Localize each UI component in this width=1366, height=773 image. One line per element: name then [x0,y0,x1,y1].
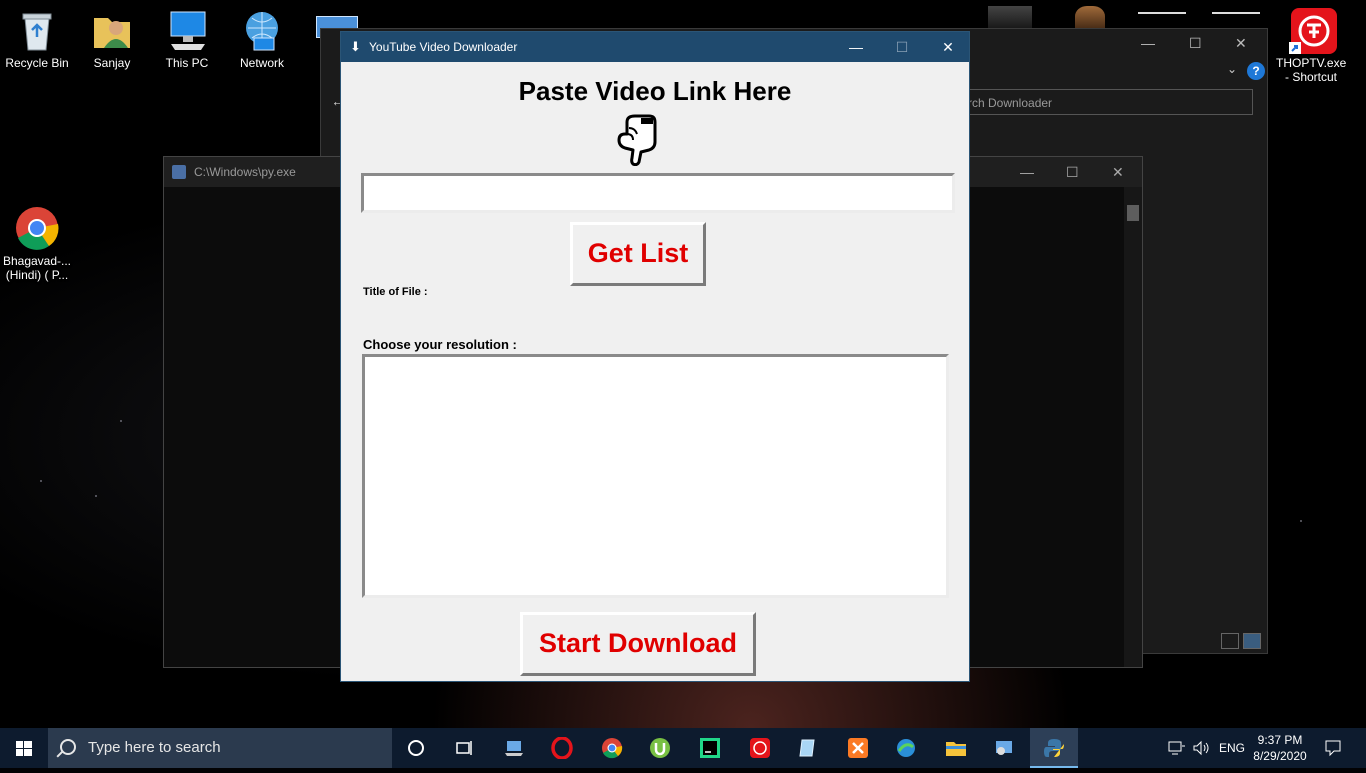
pointing-hand-icon [617,114,657,166]
search-icon [60,739,76,755]
taskbar-app-xampp[interactable] [834,728,882,768]
control-panel-icon [996,741,1012,755]
resolution-listbox[interactable] [362,354,949,598]
chevron-down-icon[interactable]: ⌄ [1227,62,1237,76]
xampp-icon [848,738,868,758]
notepad-icon [799,739,815,757]
taskbar: Type here to search ENG 9:37 PM 8/29/202… [0,728,1366,768]
taskbar-app-notepad[interactable] [784,728,832,768]
user-folder-icon [90,8,134,52]
taskbar-app-opera[interactable] [538,728,586,768]
utorrent-icon [650,738,670,758]
minimize-button[interactable]: — [1141,35,1155,51]
search-placeholder: Type here to search [88,739,221,756]
desktop: Recycle Bin Sanjay This PC Network Bhaga… [0,0,1366,728]
task-view-icon [456,741,472,755]
windows-logo-icon [16,741,32,756]
chrome-icon [602,738,623,759]
python-icon [1044,739,1064,757]
notification-icon [1325,740,1341,757]
desktop-icon-chrome-shortcut[interactable]: Bhagavad-... (Hindi) ( P... [2,206,72,282]
download-icon: ⬇ [350,39,361,54]
task-view-button[interactable] [440,728,488,768]
large-icons-view-icon[interactable] [1243,633,1261,649]
desktop-icon-sanjay[interactable]: Sanjay [77,8,147,70]
network-status-icon[interactable] [1168,740,1186,759]
window-title: YouTube Video Downloader [369,40,518,54]
minimize-button[interactable]: — [1020,157,1034,187]
taskbar-app-utorrent[interactable] [636,728,684,768]
date-text: 8/29/2020 [1253,749,1307,763]
taskbar-search-input[interactable]: Type here to search [48,728,392,768]
details-view-icon[interactable] [1221,633,1239,649]
video-link-input[interactable] [361,173,955,213]
desktop-icon-label: Sanjay [93,56,131,70]
minimize-button[interactable]: — [833,32,879,62]
desktop-icon-thoptv-shortcut[interactable]: THOPTV.exe - Shortcut [1276,8,1346,84]
maximize-button[interactable]: ☐ [1189,35,1202,52]
taskbar-app-thoptv[interactable] [736,728,784,768]
desktop-icon-label: This PC [165,56,209,70]
scrollbar-thumb[interactable] [1127,205,1139,221]
start-download-button[interactable]: Start Download [520,612,756,676]
start-button[interactable] [0,728,48,768]
computer-icon [165,8,209,52]
close-button[interactable]: ✕ [925,32,971,62]
resolution-label: Choose your resolution : [363,337,517,352]
taskbar-app-python[interactable] [1030,728,1078,768]
time-text: 9:37 PM [1257,733,1303,747]
network-globe-icon [897,739,915,757]
taskbar-app-laptop[interactable] [490,728,538,768]
taskbar-app-network-globe[interactable] [882,728,930,768]
app-titlebar[interactable]: ⬇ YouTube Video Downloader — ☐ ✕ [341,32,969,62]
console-title: C:\Windows\py.exe [194,165,296,179]
cortana-button[interactable] [392,728,440,768]
thoptv-icon [1289,8,1337,54]
laptop-app-icon [505,741,523,756]
language-indicator[interactable]: ENG [1219,741,1245,755]
get-list-button[interactable]: Get List [570,222,706,286]
youtube-downloader-window[interactable]: ⬇ YouTube Video Downloader — ☐ ✕ Paste V… [340,31,970,682]
scrollbar[interactable] [1124,187,1142,667]
taskbar-app-control-panel[interactable] [980,728,1028,768]
desktop-icon-label: Network [239,56,284,70]
file-explorer-icon [946,742,966,756]
taskbar-app-chrome[interactable] [588,728,636,768]
pycharm-icon [700,738,720,758]
desktop-icon-label: - Shortcut [1284,70,1338,84]
opera-icon [551,737,573,759]
desktop-icon-label: THOPTV.exe [1276,56,1347,70]
maximize-button[interactable]: ☐ [1066,157,1079,187]
desktop-icon-label: (Hindi) ( P... [5,268,69,282]
chrome-icon [15,206,59,250]
cortana-icon [408,740,424,756]
recycle-bin-icon [15,8,59,52]
notifications-button[interactable] [1324,739,1342,760]
network-icon [240,8,284,52]
maximize-button[interactable]: ☐ [879,32,925,62]
desktop-icon-recycle-bin[interactable]: Recycle Bin [2,8,72,70]
close-button[interactable]: ✕ [1235,35,1247,52]
page-title: Paste Video Link Here [518,76,792,106]
search-input[interactable]: rch Downloader [957,89,1253,115]
help-icon[interactable]: ? [1247,62,1265,80]
close-button[interactable]: ✕ [1112,157,1124,187]
taskbar-app-file-explorer[interactable] [932,728,980,768]
taskbar-app-pycharm[interactable] [686,728,734,768]
title-of-file-label: Title of File : [363,286,428,298]
volume-icon[interactable] [1192,740,1210,759]
thoptv-icon [750,738,770,758]
desktop-icon-this-pc[interactable]: This PC [152,8,222,70]
desktop-icon-label: Bhagavad-... [2,254,72,268]
python-console-icon [172,165,186,179]
desktop-icon-label: Recycle Bin [5,56,69,70]
clock[interactable]: 9:37 PM 8/29/2020 [1252,732,1308,764]
desktop-icon-network[interactable]: Network [227,8,297,70]
